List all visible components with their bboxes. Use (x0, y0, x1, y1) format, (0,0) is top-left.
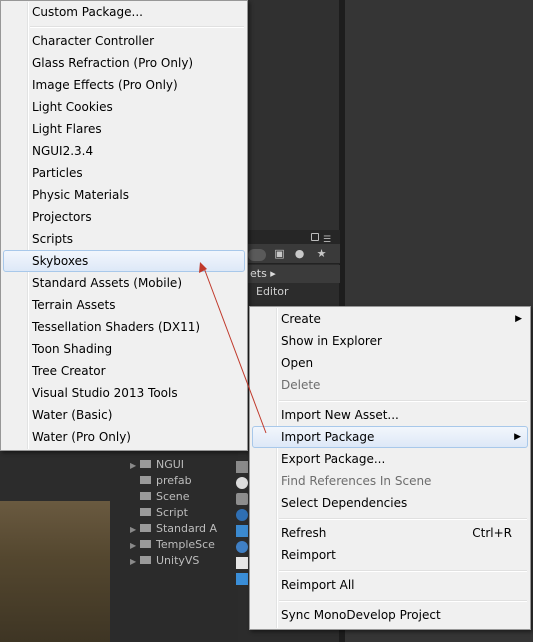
folder-icon (140, 556, 151, 564)
menu-item-label: Create (281, 312, 321, 326)
menu-item-character-controller[interactable]: Character Controller (3, 30, 245, 52)
project-folder-tree: ▶ NGUI prefab Scene Script ▶ Standard A ▶ T… (110, 444, 238, 642)
asset-thumbnail[interactable] (236, 573, 248, 585)
folder-icon (140, 508, 151, 516)
filter-type-icon[interactable]: ▣ (272, 246, 287, 261)
tree-item-label: Scene (156, 490, 190, 503)
tree-item-label: TempleSce (156, 538, 215, 551)
folder-icon (140, 460, 151, 468)
menu-item-water-pro[interactable]: Water (Pro Only) (3, 426, 245, 448)
asset-thumbnail[interactable] (236, 525, 248, 537)
menu-item-glass-refraction[interactable]: Glass Refraction (Pro Only) (3, 52, 245, 74)
asset-thumbnail[interactable] (236, 493, 248, 505)
menu-item-create[interactable]: Create ▶ (252, 308, 528, 330)
tree-item-label: prefab (156, 474, 192, 487)
tree-item-unityvs[interactable]: ▶ UnityVS (130, 553, 199, 569)
folder-icon (140, 492, 151, 500)
menu-item-custom-package[interactable]: Custom Package... (3, 1, 245, 23)
menu-item-particles[interactable]: Particles (3, 162, 245, 184)
folder-icon (140, 540, 151, 548)
menu-item-ngui[interactable]: NGUI2.3.4 (3, 140, 245, 162)
folder-icon (140, 524, 151, 532)
menu-item-tree-creator[interactable]: Tree Creator (3, 360, 245, 382)
menu-item-toon-shading[interactable]: Toon Shading (3, 338, 245, 360)
asset-thumbnail[interactable] (236, 461, 248, 473)
menu-item-standard-assets-mobile[interactable]: Standard Assets (Mobile) (3, 272, 245, 294)
submenu-arrow-icon: ▶ (515, 314, 522, 324)
asset-thumbnails (236, 444, 250, 642)
lock-icon[interactable] (311, 233, 319, 241)
menu-item-reimport[interactable]: Reimport (252, 544, 528, 566)
import-package-submenu: Custom Package... Character Controller G… (0, 0, 248, 451)
tree-item-ngui[interactable]: ▶ NGUI (130, 457, 184, 473)
assets-context-menu: Create ▶ Show in Explorer Open Delete Im… (249, 306, 531, 630)
tree-item-label: Script (156, 506, 188, 519)
menu-item-show-in-explorer[interactable]: Show in Explorer (252, 330, 528, 352)
tree-item-label: NGUI (156, 458, 185, 471)
asset-thumbnail[interactable] (236, 509, 248, 521)
menu-item-light-cookies[interactable]: Light Cookies (3, 96, 245, 118)
menu-item-import-new-asset[interactable]: Import New Asset... (252, 404, 528, 426)
favorite-star-icon[interactable]: ★ (314, 246, 329, 261)
tree-item-label: Standard A (156, 522, 218, 535)
menu-item-select-dependencies[interactable]: Select Dependencies (252, 492, 528, 514)
expand-arrow-icon[interactable]: ▶ (130, 458, 140, 474)
tree-item-standard-assets[interactable]: ▶ Standard A (130, 521, 217, 537)
asset-thumbnail[interactable] (236, 557, 248, 569)
menu-item-projectors[interactable]: Projectors (3, 206, 245, 228)
menu-item-open[interactable]: Open (252, 352, 528, 374)
menu-separator (279, 600, 527, 602)
folder-icon (140, 476, 151, 484)
menu-item-label: Refresh (281, 526, 327, 540)
label-tag-icon[interactable]: ● (292, 246, 307, 261)
menu-item-light-flares[interactable]: Light Flares (3, 118, 245, 140)
tree-item-prefab[interactable]: prefab (140, 473, 192, 489)
menu-item-label: Import Package (281, 430, 375, 444)
menu-item-import-package[interactable]: Import Package ▶ (252, 426, 528, 448)
scene-panel (247, 0, 339, 230)
menu-item-reimport-all[interactable]: Reimport All (252, 574, 528, 596)
expand-arrow-icon[interactable]: ▶ (130, 522, 140, 538)
expand-arrow-icon[interactable]: ▶ (130, 554, 140, 570)
menu-item-water-basic[interactable]: Water (Basic) (3, 404, 245, 426)
assets-breadcrumb[interactable]: ets ▸ (248, 265, 340, 283)
tree-item-temple-scene[interactable]: ▶ TempleSce (130, 537, 215, 553)
menu-separator (30, 26, 244, 28)
menu-separator (279, 400, 527, 402)
menu-item-tessellation-shaders[interactable]: Tessellation Shaders (DX11) (3, 316, 245, 338)
menu-item-terrain-assets[interactable]: Terrain Assets (3, 294, 245, 316)
shortcut-label: Ctrl+R (472, 526, 512, 540)
scene-view-terrain (0, 501, 110, 642)
tree-item-script[interactable]: Script (140, 505, 188, 521)
menu-separator (279, 518, 527, 520)
menu-item-export-package[interactable]: Export Package... (252, 448, 528, 470)
editor-folder-label[interactable]: Editor (256, 284, 289, 300)
menu-item-physic-materials[interactable]: Physic Materials (3, 184, 245, 206)
menu-separator (279, 570, 527, 572)
asset-thumbnail[interactable] (236, 477, 248, 489)
menu-item-sync-monodevelop[interactable]: Sync MonoDevelop Project (252, 604, 528, 626)
asset-thumbnail[interactable] (236, 541, 248, 553)
search-field[interactable] (248, 249, 266, 261)
menu-item-refresh[interactable]: Refresh Ctrl+R (252, 522, 528, 544)
submenu-arrow-icon: ▶ (514, 432, 521, 442)
expand-arrow-icon[interactable]: ▶ (130, 538, 140, 554)
menu-item-skyboxes[interactable]: Skyboxes (3, 250, 245, 272)
menu-item-scripts[interactable]: Scripts (3, 228, 245, 250)
menu-item-visual-studio-tools[interactable]: Visual Studio 2013 Tools (3, 382, 245, 404)
menu-item-find-references: Find References In Scene (281, 474, 432, 488)
tree-item-label: UnityVS (156, 554, 200, 567)
tree-item-scene[interactable]: Scene (140, 489, 190, 505)
menu-item-image-effects[interactable]: Image Effects (Pro Only) (3, 74, 245, 96)
menu-item-delete: Delete (281, 378, 321, 392)
panel-menu-icon[interactable]: ☰ (323, 236, 331, 245)
